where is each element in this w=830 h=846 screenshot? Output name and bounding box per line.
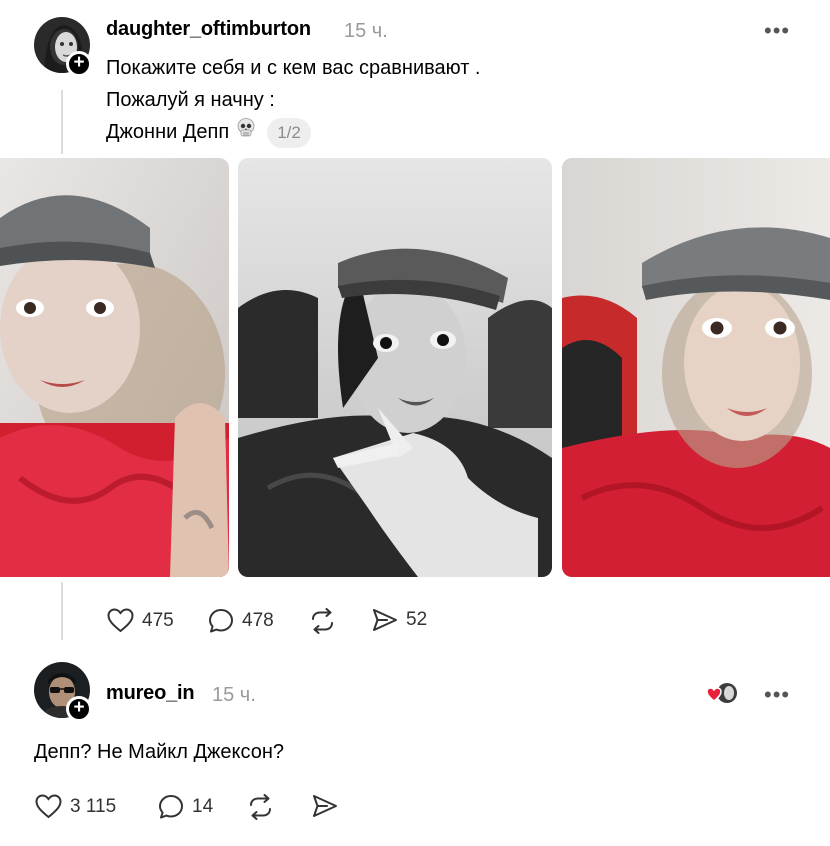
reply-timestamp: 15 ч. bbox=[212, 684, 256, 706]
comment-icon bbox=[159, 795, 183, 819]
liked-by-author-icon bbox=[706, 680, 740, 706]
send-icon bbox=[313, 795, 337, 817]
post-timestamp: 15 ч. bbox=[344, 20, 388, 42]
comment-icon bbox=[209, 609, 233, 633]
share-count: 52 bbox=[406, 609, 428, 630]
thread-line bbox=[61, 582, 63, 640]
send-icon bbox=[373, 609, 397, 631]
post-photo[interactable] bbox=[238, 158, 552, 577]
reply-share-button[interactable] bbox=[312, 794, 338, 818]
repost-icon bbox=[250, 794, 271, 820]
heart-icon bbox=[107, 608, 134, 633]
reply-comment-count: 14 bbox=[192, 796, 214, 817]
post-line: Покажите себя и с кем вас сравнивают . bbox=[106, 57, 481, 79]
post-photo[interactable] bbox=[562, 158, 830, 577]
reply-username[interactable]: mureo_in bbox=[106, 682, 195, 705]
media-counter: 1/2 bbox=[267, 117, 311, 148]
repost-icon bbox=[312, 608, 333, 634]
post-text: Покажите себя и с кем вас сравнивают . П… bbox=[106, 52, 481, 149]
heart-icon bbox=[35, 794, 62, 819]
follow-plus-icon[interactable]: + bbox=[66, 696, 92, 722]
reply-like-button[interactable]: 3 115 bbox=[35, 794, 116, 819]
comment-count: 478 bbox=[242, 610, 274, 631]
thread-line bbox=[61, 90, 63, 154]
comment-button[interactable]: 478 bbox=[208, 608, 274, 634]
share-button[interactable]: 52 bbox=[372, 608, 427, 632]
post-line-with-emoji: Джонни Депп 1/2 bbox=[106, 116, 481, 149]
reply-like-count: 3 115 bbox=[70, 795, 117, 817]
like-button[interactable]: 475 bbox=[107, 608, 174, 633]
post-photo[interactable] bbox=[0, 158, 229, 577]
more-options-icon[interactable]: ••• bbox=[764, 20, 790, 42]
repost-button[interactable] bbox=[310, 608, 335, 634]
post-line: Пожалуй я начну : bbox=[106, 89, 275, 111]
like-count: 475 bbox=[142, 609, 174, 631]
post-username[interactable]: daughter_oftimburton bbox=[106, 18, 311, 41]
skull-emoji-icon bbox=[235, 117, 257, 149]
reply-text: Депп? Не Майкл Джексон? bbox=[34, 741, 285, 763]
reply-comment-button[interactable]: 14 bbox=[158, 794, 213, 820]
reply-more-options-icon[interactable]: ••• bbox=[764, 684, 790, 706]
reply-repost-button[interactable] bbox=[248, 794, 273, 820]
follow-plus-icon[interactable]: + bbox=[66, 51, 92, 77]
post-line: Джонни Депп bbox=[106, 121, 230, 143]
